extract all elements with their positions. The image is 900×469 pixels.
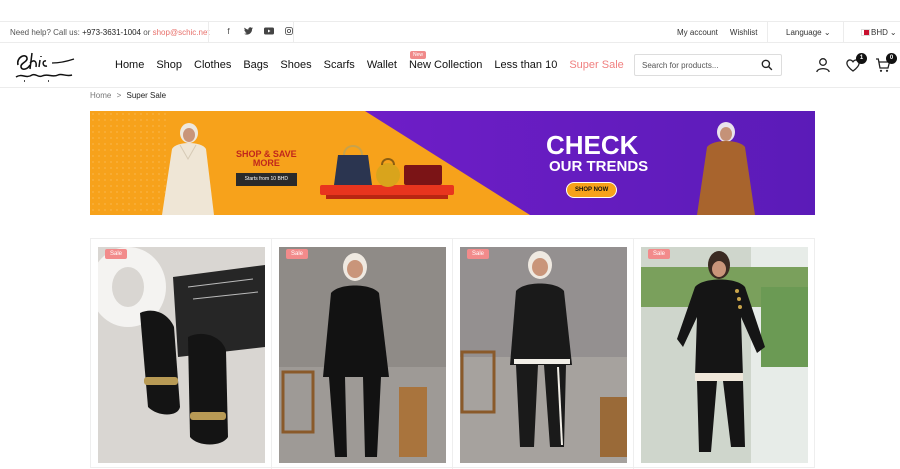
wishlist-count-badge: 1 — [856, 53, 867, 64]
product-image[interactable] — [460, 247, 627, 463]
nav-item-new-collection[interactable]: New New Collection — [408, 51, 483, 71]
instagram-icon[interactable] — [284, 27, 293, 37]
bahrain-flag-icon — [861, 29, 870, 36]
language-select[interactable]: Language ⌄ — [786, 28, 831, 37]
product-image[interactable] — [279, 247, 446, 463]
currency-select[interactable]: BHD ⌄ — [861, 28, 897, 37]
product-image[interactable] — [641, 247, 808, 463]
youtube-icon[interactable] — [264, 27, 274, 37]
banner-left-sub: Starts from 10 BHD — [236, 173, 297, 186]
promo-banner[interactable]: SHOP & SAVE MORE Starts from 10 BHD CHEC… — [90, 111, 815, 215]
account-icon[interactable] — [815, 57, 831, 73]
sale-badge: Sale — [467, 249, 490, 259]
main-nav: Home Shop Clothes Bags Shoes Scarfs Wall… — [115, 51, 636, 71]
chevron-down-icon: ⌄ — [889, 28, 897, 37]
product-grid: Sale Sale Sale Sale — [90, 238, 815, 469]
nav-item-shop[interactable]: Shop — [156, 59, 182, 71]
wishlist-link[interactable]: Wishlist — [730, 28, 758, 37]
sale-badge: Sale — [286, 249, 309, 259]
main-header: Home Shop Clothes Bags Shoes Scarfs Wall… — [0, 43, 900, 88]
banner-left-copy: SHOP & SAVE MORE Starts from 10 BHD — [236, 150, 297, 186]
banner-model-left-image — [162, 123, 214, 215]
top-bar: Need help? Call us: +973-3631-1004 or sh… — [0, 21, 900, 43]
breadcrumb: Home > Super Sale — [90, 91, 166, 100]
facebook-icon[interactable]: f — [224, 27, 233, 37]
search-box — [634, 54, 782, 76]
product-image[interactable] — [90, 247, 265, 463]
breadcrumb-home[interactable]: Home — [90, 91, 111, 100]
social-links: f — [224, 27, 293, 37]
cart-count-badge: 0 — [886, 53, 897, 64]
nav-item-scarfs[interactable]: Scarfs — [324, 59, 355, 71]
chevron-down-icon: ⌄ — [823, 28, 831, 37]
shop-now-button[interactable]: SHOP NOW — [566, 182, 618, 198]
twitter-icon[interactable] — [244, 27, 253, 37]
schic-logo[interactable] — [12, 47, 80, 85]
search-icon[interactable] — [761, 59, 773, 71]
banner-check-text: CHECK — [546, 130, 639, 160]
nav-item-bags[interactable]: Bags — [243, 59, 268, 71]
help-text: Need help? Call us: +973-3631-1004 or sh… — [10, 28, 210, 37]
new-tag: New — [409, 51, 426, 59]
breadcrumb-separator: > — [116, 91, 122, 100]
nav-item-less-than-10[interactable]: Less than 10 — [494, 59, 557, 71]
email-link[interactable]: shop@schic.net — [153, 28, 210, 37]
nav-item-home[interactable]: Home — [115, 59, 144, 71]
nav-item-shoes[interactable]: Shoes — [280, 59, 311, 71]
cart-button[interactable]: 0 — [875, 53, 897, 73]
sale-badge: Sale — [648, 249, 671, 259]
banner-products-image — [320, 145, 454, 199]
product-card[interactable]: Sale — [634, 239, 815, 469]
product-card[interactable]: Sale — [272, 239, 453, 469]
language-label: Language — [786, 28, 822, 37]
wishlist-button[interactable]: 1 — [845, 53, 867, 73]
sale-badge: Sale — [105, 249, 128, 259]
my-account-link[interactable]: My account — [677, 28, 718, 37]
product-card[interactable]: Sale — [453, 239, 634, 469]
nav-item-super-sale[interactable]: Super Sale — [569, 59, 623, 71]
banner-trends-text: OUR TRENDS — [549, 158, 649, 175]
help-label: Need help? Call us: — [10, 28, 80, 37]
banner-model-right-image — [697, 122, 755, 215]
banner-left-line2: MORE — [252, 158, 280, 168]
breadcrumb-current: Super Sale — [126, 91, 167, 100]
search-input[interactable] — [635, 55, 755, 75]
product-card[interactable]: Sale — [90, 239, 272, 469]
phone-link[interactable]: +973-3631-1004 — [82, 28, 141, 37]
or-text: or — [143, 28, 151, 37]
nav-item-label: New Collection — [408, 59, 483, 71]
nav-item-clothes[interactable]: Clothes — [194, 59, 231, 71]
nav-item-wallet[interactable]: Wallet — [367, 59, 397, 71]
currency-label: BHD — [871, 28, 888, 37]
